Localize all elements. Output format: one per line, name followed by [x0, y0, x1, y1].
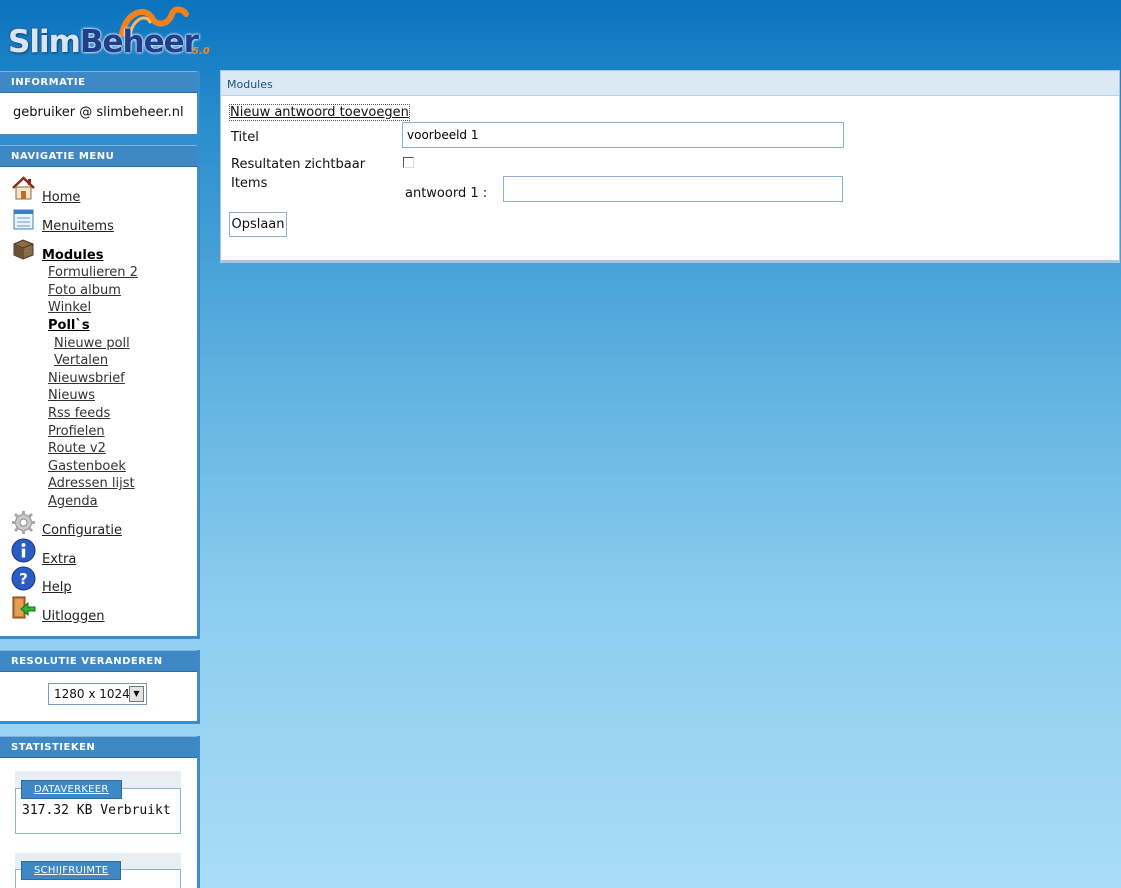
resolution-panel-title: RESOLUTIE VERANDEREN	[0, 650, 197, 672]
stat-schijfruimte: SCHIJFRUIMTE	[15, 861, 181, 888]
logo-brand-first: Slim	[8, 24, 81, 60]
nav-vertalen[interactable]: Vertalen	[54, 353, 108, 368]
svg-text:?: ?	[19, 570, 28, 588]
stat-schijfruimte-label[interactable]: SCHIJFRUIMTE	[21, 861, 122, 880]
form-title: Nieuw antwoord toevoegen	[229, 104, 410, 121]
nav-nieuws[interactable]: Nieuws	[48, 388, 95, 403]
resolution-panel: RESOLUTIE VERANDEREN 1280 x 1024 ▼	[0, 650, 200, 724]
resolution-selected-value: 1280 x 1024	[54, 687, 130, 701]
logout-icon	[12, 596, 36, 619]
nav-home[interactable]: Home	[42, 190, 80, 205]
info-panel-title: INFORMATIE	[0, 71, 197, 93]
breadcrumb: Modules	[221, 71, 1119, 96]
logo-brand-second: Beheer	[79, 24, 199, 60]
items-label: Items	[231, 176, 268, 191]
nav-help[interactable]: Help	[42, 580, 72, 595]
save-button[interactable]: Opslaan	[229, 212, 287, 237]
antwoord-input[interactable]	[503, 176, 843, 202]
nav-nieuwsbrief[interactable]: Nieuwsbrief	[48, 371, 125, 386]
stats-panel-title: STATISTIEKEN	[0, 736, 197, 758]
antwoord-label: antwoord 1 :	[405, 186, 488, 201]
nav-rss-feeds[interactable]: Rss feeds	[48, 406, 110, 421]
home-icon	[12, 176, 35, 200]
stat-dataverkeer-label[interactable]: DATAVERKEER	[21, 780, 122, 799]
nav-formulieren[interactable]: Formulieren 2	[48, 265, 138, 280]
nav-configuratie[interactable]: Configuratie	[42, 523, 122, 538]
stats-panel: STATISTIEKEN DATAVERKEER 317.32 KB Verbr…	[0, 736, 200, 888]
resultaten-checkbox[interactable]	[403, 157, 414, 168]
info-icon	[11, 538, 36, 563]
nav-panel-title: NAVIGATIE MENU	[0, 145, 197, 167]
chevron-down-icon[interactable]: ▼	[129, 686, 144, 702]
nav-modules[interactable]: Modules	[42, 248, 103, 263]
nav-polls[interactable]: Poll`s	[48, 318, 90, 333]
nav-profielen[interactable]: Profielen	[48, 424, 105, 439]
help-icon: ?	[11, 566, 36, 591]
gear-icon	[12, 511, 35, 534]
info-panel: INFORMATIE gebruiker @ slimbeheer.nl	[0, 71, 200, 137]
nav-uitloggen[interactable]: Uitloggen	[42, 609, 105, 624]
nav-panel: NAVIGATIE MENU Home Menuitems Modules Fo…	[0, 145, 200, 639]
menuitems-icon	[13, 209, 34, 230]
nav-agenda[interactable]: Agenda	[48, 494, 98, 509]
user-email: gebruiker @ slimbeheer.nl	[13, 105, 184, 120]
content-panel: Modules Nieuw antwoord toevoegen Titel R…	[220, 70, 1120, 263]
resolution-select[interactable]: 1280 x 1024 ▼	[48, 683, 147, 705]
logo-version: 5.0	[192, 46, 210, 57]
stat-dataverkeer-value: 317.32 KB Verbruikt	[22, 803, 171, 818]
titel-label: Titel	[231, 130, 259, 145]
nav-nieuwe-poll[interactable]: Nieuwe poll	[54, 336, 130, 351]
resultaten-label: Resultaten zichtbaar	[231, 157, 366, 172]
nav-winkel[interactable]: Winkel	[48, 300, 91, 315]
nav-gastenboek[interactable]: Gastenboek	[48, 459, 126, 474]
logo-text: SlimBeheer	[8, 24, 199, 60]
modules-icon	[13, 239, 34, 260]
nav-extra[interactable]: Extra	[42, 552, 76, 567]
nav-foto-album[interactable]: Foto album	[48, 283, 121, 298]
nav-menuitems[interactable]: Menuitems	[42, 219, 114, 234]
titel-input[interactable]	[402, 122, 844, 148]
stat-dataverkeer: DATAVERKEER 317.32 KB Verbruikt	[15, 780, 181, 834]
nav-adressen-lijst[interactable]: Adressen lijst	[48, 476, 135, 491]
nav-route[interactable]: Route v2	[48, 441, 106, 456]
logo: SlimBeheer 5.0	[6, 4, 221, 66]
